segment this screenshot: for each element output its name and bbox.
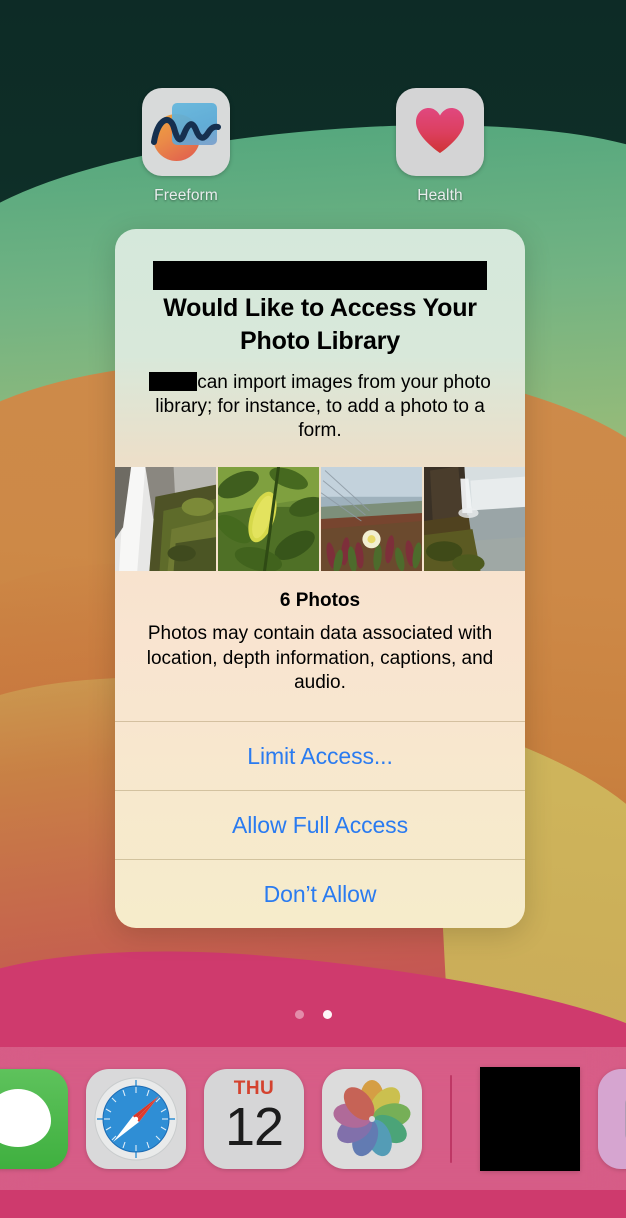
home-app-grid: Freeform Health — [0, 88, 626, 205]
health-heart-icon — [416, 108, 464, 154]
dialog-title: Would Like to Access Your Photo Library — [163, 294, 477, 356]
photo-thumbnail[interactable] — [424, 467, 525, 572]
dialog-header: Would Like to Access Your Photo Library … — [115, 229, 525, 467]
dock-item-redacted[interactable] — [480, 1066, 580, 1171]
redacted-app-name-inline — [149, 371, 198, 391]
dock-divider — [450, 1074, 452, 1163]
limit-access-button[interactable]: Limit Access... — [115, 722, 525, 790]
dialog-description-text: can import images from your photo librar… — [155, 371, 491, 442]
photo-count-label: 6 Photos — [279, 590, 361, 612]
app-label-freeform: Freeform — [154, 187, 218, 204]
photo-thumbnail[interactable] — [115, 467, 216, 572]
photos-pinwheel-icon — [333, 1079, 411, 1156]
ios-home-screen: Freeform Health Would Like to Access You… — [0, 0, 626, 1218]
thumb-cliff-waterfall-ocean — [424, 467, 525, 572]
dialog-description: can import images from your photo librar… — [145, 371, 495, 444]
redacted-app-name-bar — [153, 261, 487, 290]
dialog-note-spacer — [115, 695, 525, 721]
photo-permission-dialog: Would Like to Access Your Photo Library … — [115, 229, 525, 929]
photo-thumbnail-strip — [115, 467, 525, 572]
thumb-coastal-succulents-flower — [321, 467, 422, 572]
dock-item-messages[interactable] — [0, 1068, 68, 1169]
freeform-icon[interactable] — [142, 88, 230, 176]
dock: THU 12 — [0, 1047, 626, 1190]
thumb-waterfall-mossy-rocks — [115, 467, 216, 572]
calendar-day: 12 — [224, 1096, 284, 1157]
safari-compass-icon — [94, 1077, 178, 1160]
dock-items: THU 12 — [0, 1066, 626, 1171]
dock-item-grid-app[interactable] — [598, 1068, 626, 1169]
dock-item-calendar[interactable]: THU 12 — [204, 1068, 304, 1169]
health-icon[interactable] — [396, 88, 484, 176]
photo-thumbnail[interactable] — [321, 467, 422, 572]
photo-thumbnail[interactable] — [218, 467, 319, 572]
page-dot[interactable] — [294, 1010, 304, 1019]
allow-full-access-button[interactable]: Allow Full Access — [115, 791, 525, 859]
app-health[interactable]: Health — [394, 88, 486, 205]
page-indicator[interactable] — [0, 1010, 626, 1019]
dock-item-safari[interactable] — [86, 1068, 186, 1169]
page-dot-active[interactable] — [322, 1010, 332, 1019]
dialog-header-spacer — [137, 443, 503, 467]
photo-metadata-note: Photos may contain data associated with … — [146, 623, 494, 694]
app-label-health: Health — [417, 187, 463, 204]
app-freeform[interactable]: Freeform — [140, 88, 232, 205]
dont-allow-button[interactable]: Don’t Allow — [115, 860, 525, 928]
dock-item-photos[interactable] — [322, 1068, 422, 1169]
freeform-squiggle-icon — [151, 117, 221, 145]
thumb-green-leaves-branch — [218, 467, 319, 572]
